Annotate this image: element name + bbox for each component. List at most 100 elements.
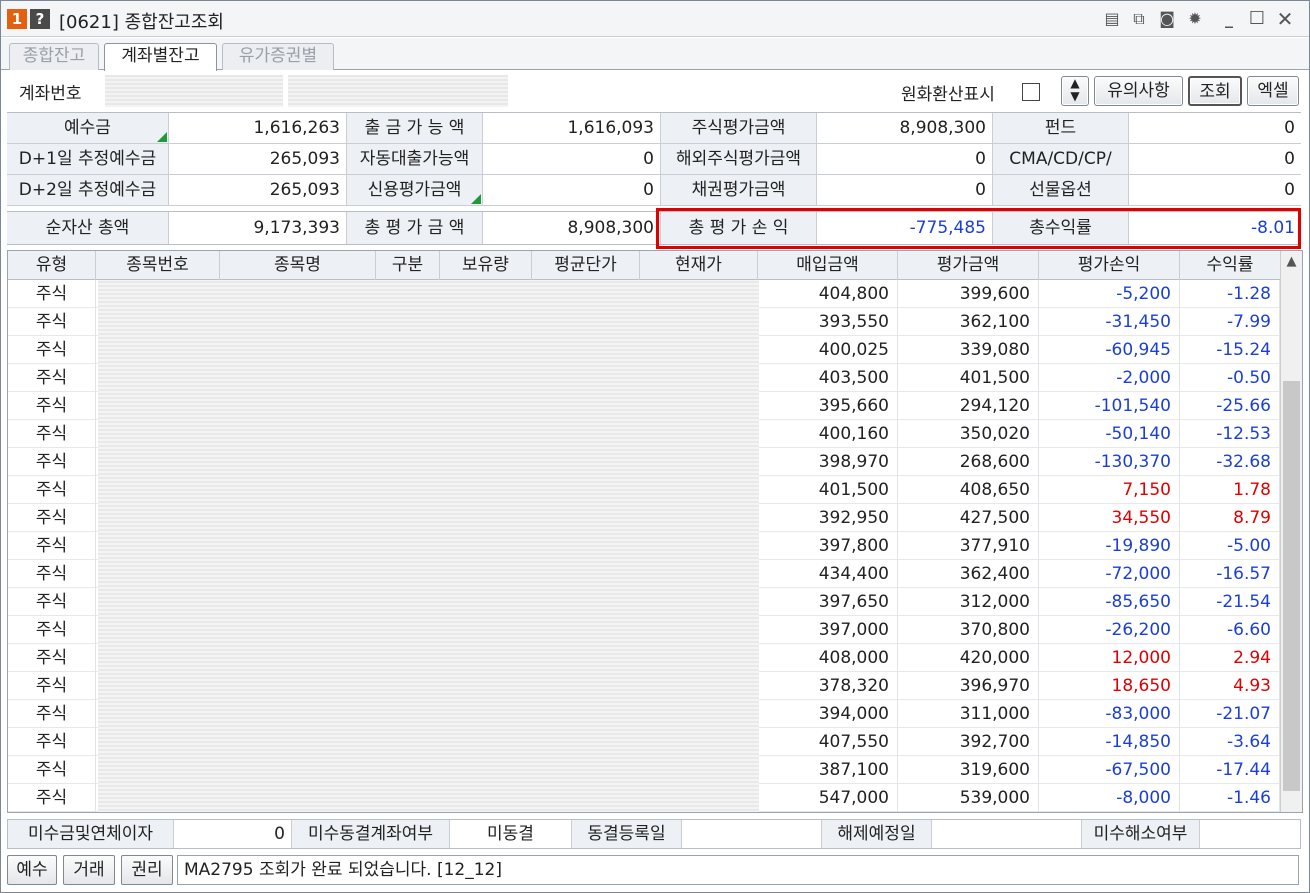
- deposit-link-button[interactable]: 예수: [7, 855, 57, 885]
- purchase-amount-cell: 397,000: [758, 616, 898, 644]
- withdrawable-label: 출 금 가 능 액: [347, 113, 483, 143]
- notice-button[interactable]: 유의사항: [1094, 76, 1183, 106]
- total-eval-label: 총 평 가 금 액: [347, 212, 483, 244]
- maximize-icon[interactable]: ☐: [1247, 9, 1267, 29]
- eval-pl-cell: -101,540: [1039, 392, 1180, 420]
- summary-row: 예수금 1,616,263 출 금 가 능 액 1,616,093 주식평가금액…: [7, 113, 1301, 144]
- summary-row: D+2일 추정예수금 265,093 신용평가금액 0 채권평가금액 0 선물옵…: [7, 175, 1301, 206]
- row-type-cell: 주식: [8, 364, 96, 392]
- col-header[interactable]: 보유량: [440, 251, 532, 280]
- account-number-field[interactable]: [105, 75, 283, 107]
- scroll-up-icon[interactable]: ▲: [1281, 254, 1302, 269]
- freeze-date-label: 동결등록일: [572, 820, 682, 848]
- purchase-amount-cell: 400,025: [758, 336, 898, 364]
- return-rate-cell: -21.07: [1180, 700, 1280, 728]
- freeze-status-value: 미동결: [450, 820, 572, 848]
- minimize-icon[interactable]: _: [1219, 9, 1239, 29]
- row-type-cell: 주식: [8, 504, 96, 532]
- status-message: MA2795 조회가 완료 되었습니다. [12_12]: [177, 855, 1299, 885]
- d1-deposit-value: 265,093: [169, 144, 347, 174]
- fx-display-checkbox[interactable]: [1022, 83, 1040, 101]
- scroll-thumb[interactable]: [1283, 381, 1300, 791]
- table-header: 유형 종목번호 종목명 구분 보유량 평균단가 현재가 매입금액 평가금액 평가…: [8, 251, 1280, 280]
- purchase-amount-cell: 403,500: [758, 364, 898, 392]
- col-header[interactable]: 현재가: [640, 251, 758, 280]
- tab-security-balance[interactable]: 유가증권별: [222, 43, 334, 70]
- eval-pl-cell: -5,200: [1039, 280, 1180, 308]
- screen-number-badge[interactable]: 1: [7, 9, 27, 29]
- col-header[interactable]: 종목번호: [96, 251, 220, 280]
- eval-pl-cell: 12,000: [1039, 644, 1180, 672]
- query-button[interactable]: 조회: [1188, 76, 1242, 106]
- eval-amount-cell: 399,600: [898, 280, 1039, 308]
- row-type-cell: 주식: [8, 616, 96, 644]
- eval-amount-cell: 408,650: [898, 476, 1039, 504]
- eval-pl-cell: -83,000: [1039, 700, 1180, 728]
- col-header[interactable]: 평가금액: [898, 251, 1039, 280]
- eval-amount-cell: 420,000: [898, 644, 1039, 672]
- balance-window: 1 ? [0621] 종합잔고조회 ▤ ⧉ ◙ ✹ _ ☐ ✕ 종합잔고 계좌별…: [0, 0, 1310, 893]
- return-rate-cell: -3.64: [1180, 728, 1280, 756]
- dropdown-marker-icon[interactable]: [157, 132, 167, 142]
- purchase-amount-cell: 387,100: [758, 756, 898, 784]
- trade-link-button[interactable]: 거래: [63, 855, 115, 885]
- eval-amount-cell: 392,700: [898, 728, 1039, 756]
- cma-label: CMA/CD/CP/: [993, 144, 1129, 174]
- eval-amount-cell: 294,120: [898, 392, 1039, 420]
- rights-link-button[interactable]: 권리: [121, 855, 173, 885]
- freeze-date-value: [682, 820, 822, 848]
- return-rate-cell: -7.99: [1180, 308, 1280, 336]
- purchase-amount-cell: 397,800: [758, 532, 898, 560]
- account-name-field: [288, 75, 508, 107]
- eval-amount-cell: 350,020: [898, 420, 1039, 448]
- fund-value: 0: [1129, 113, 1301, 143]
- overseas-eval-value: 0: [817, 144, 993, 174]
- gear-icon[interactable]: ✹: [1185, 9, 1205, 29]
- net-assets-label: 순자산 총액: [7, 212, 169, 244]
- credit-eval-label: 신용평가금액: [347, 175, 483, 205]
- excel-button[interactable]: 엑셀: [1247, 76, 1299, 106]
- col-header[interactable]: 평균단가: [532, 251, 640, 280]
- credit-eval-value: 0: [483, 175, 661, 205]
- eval-pl-cell: -8,000: [1039, 784, 1180, 812]
- stock-eval-value: 8,908,300: [817, 113, 993, 143]
- purchase-amount-cell: 394,000: [758, 700, 898, 728]
- purchase-amount-cell: 401,500: [758, 476, 898, 504]
- unpaid-interest-value: 0: [174, 820, 292, 848]
- col-header[interactable]: 종목명: [220, 251, 376, 280]
- eval-pl-cell: -50,140: [1039, 420, 1180, 448]
- memo-icon[interactable]: ▤: [1102, 9, 1122, 29]
- close-icon[interactable]: ✕: [1275, 9, 1295, 29]
- dropdown-marker-icon[interactable]: [471, 194, 481, 204]
- d1-deposit-label: D+1일 추정예수금: [7, 144, 169, 174]
- unpaid-resolved-label: 미수해소여부: [1082, 820, 1200, 848]
- holdings-table: 유형 종목번호 종목명 구분 보유량 평균단가 현재가 매입금액 평가금액 평가…: [7, 250, 1303, 813]
- purchase-amount-cell: 395,660: [758, 392, 898, 420]
- return-rate-cell: -21.54: [1180, 588, 1280, 616]
- eval-amount-cell: 362,400: [898, 560, 1039, 588]
- copy-icon[interactable]: ⧉: [1129, 9, 1149, 29]
- eval-pl-cell: 34,550: [1039, 504, 1180, 532]
- row-type-cell: 주식: [8, 476, 96, 504]
- return-rate-cell: 4.93: [1180, 672, 1280, 700]
- return-rate-cell: -12.53: [1180, 420, 1280, 448]
- title-bar: 1 ? [0621] 종합잔고조회 ▤ ⧉ ◙ ✹ _ ☐ ✕: [1, 1, 1309, 37]
- futures-options-label: 선물옵션: [993, 175, 1129, 205]
- help-icon[interactable]: ?: [30, 9, 50, 29]
- col-header[interactable]: 수익률: [1180, 251, 1280, 280]
- updown-spinner-icon[interactable]: ▲ ▼: [1061, 76, 1089, 106]
- camera-icon[interactable]: ◙: [1157, 9, 1177, 29]
- eval-amount-cell: 311,000: [898, 700, 1039, 728]
- eval-pl-cell: -130,370: [1039, 448, 1180, 476]
- col-header[interactable]: 구분: [376, 251, 440, 280]
- return-rate-cell: -32.68: [1180, 448, 1280, 476]
- vertical-scrollbar[interactable]: ▲: [1280, 251, 1302, 812]
- tab-account-balance[interactable]: 계좌별잔고: [104, 43, 217, 71]
- col-header[interactable]: 평가손익: [1039, 251, 1180, 280]
- col-header[interactable]: 유형: [8, 251, 96, 280]
- row-type-cell: 주식: [8, 532, 96, 560]
- col-header[interactable]: 매입금액: [758, 251, 898, 280]
- eval-amount-cell: 268,600: [898, 448, 1039, 476]
- tab-total-balance[interactable]: 종합잔고: [9, 43, 99, 70]
- eval-pl-cell: -2,000: [1039, 364, 1180, 392]
